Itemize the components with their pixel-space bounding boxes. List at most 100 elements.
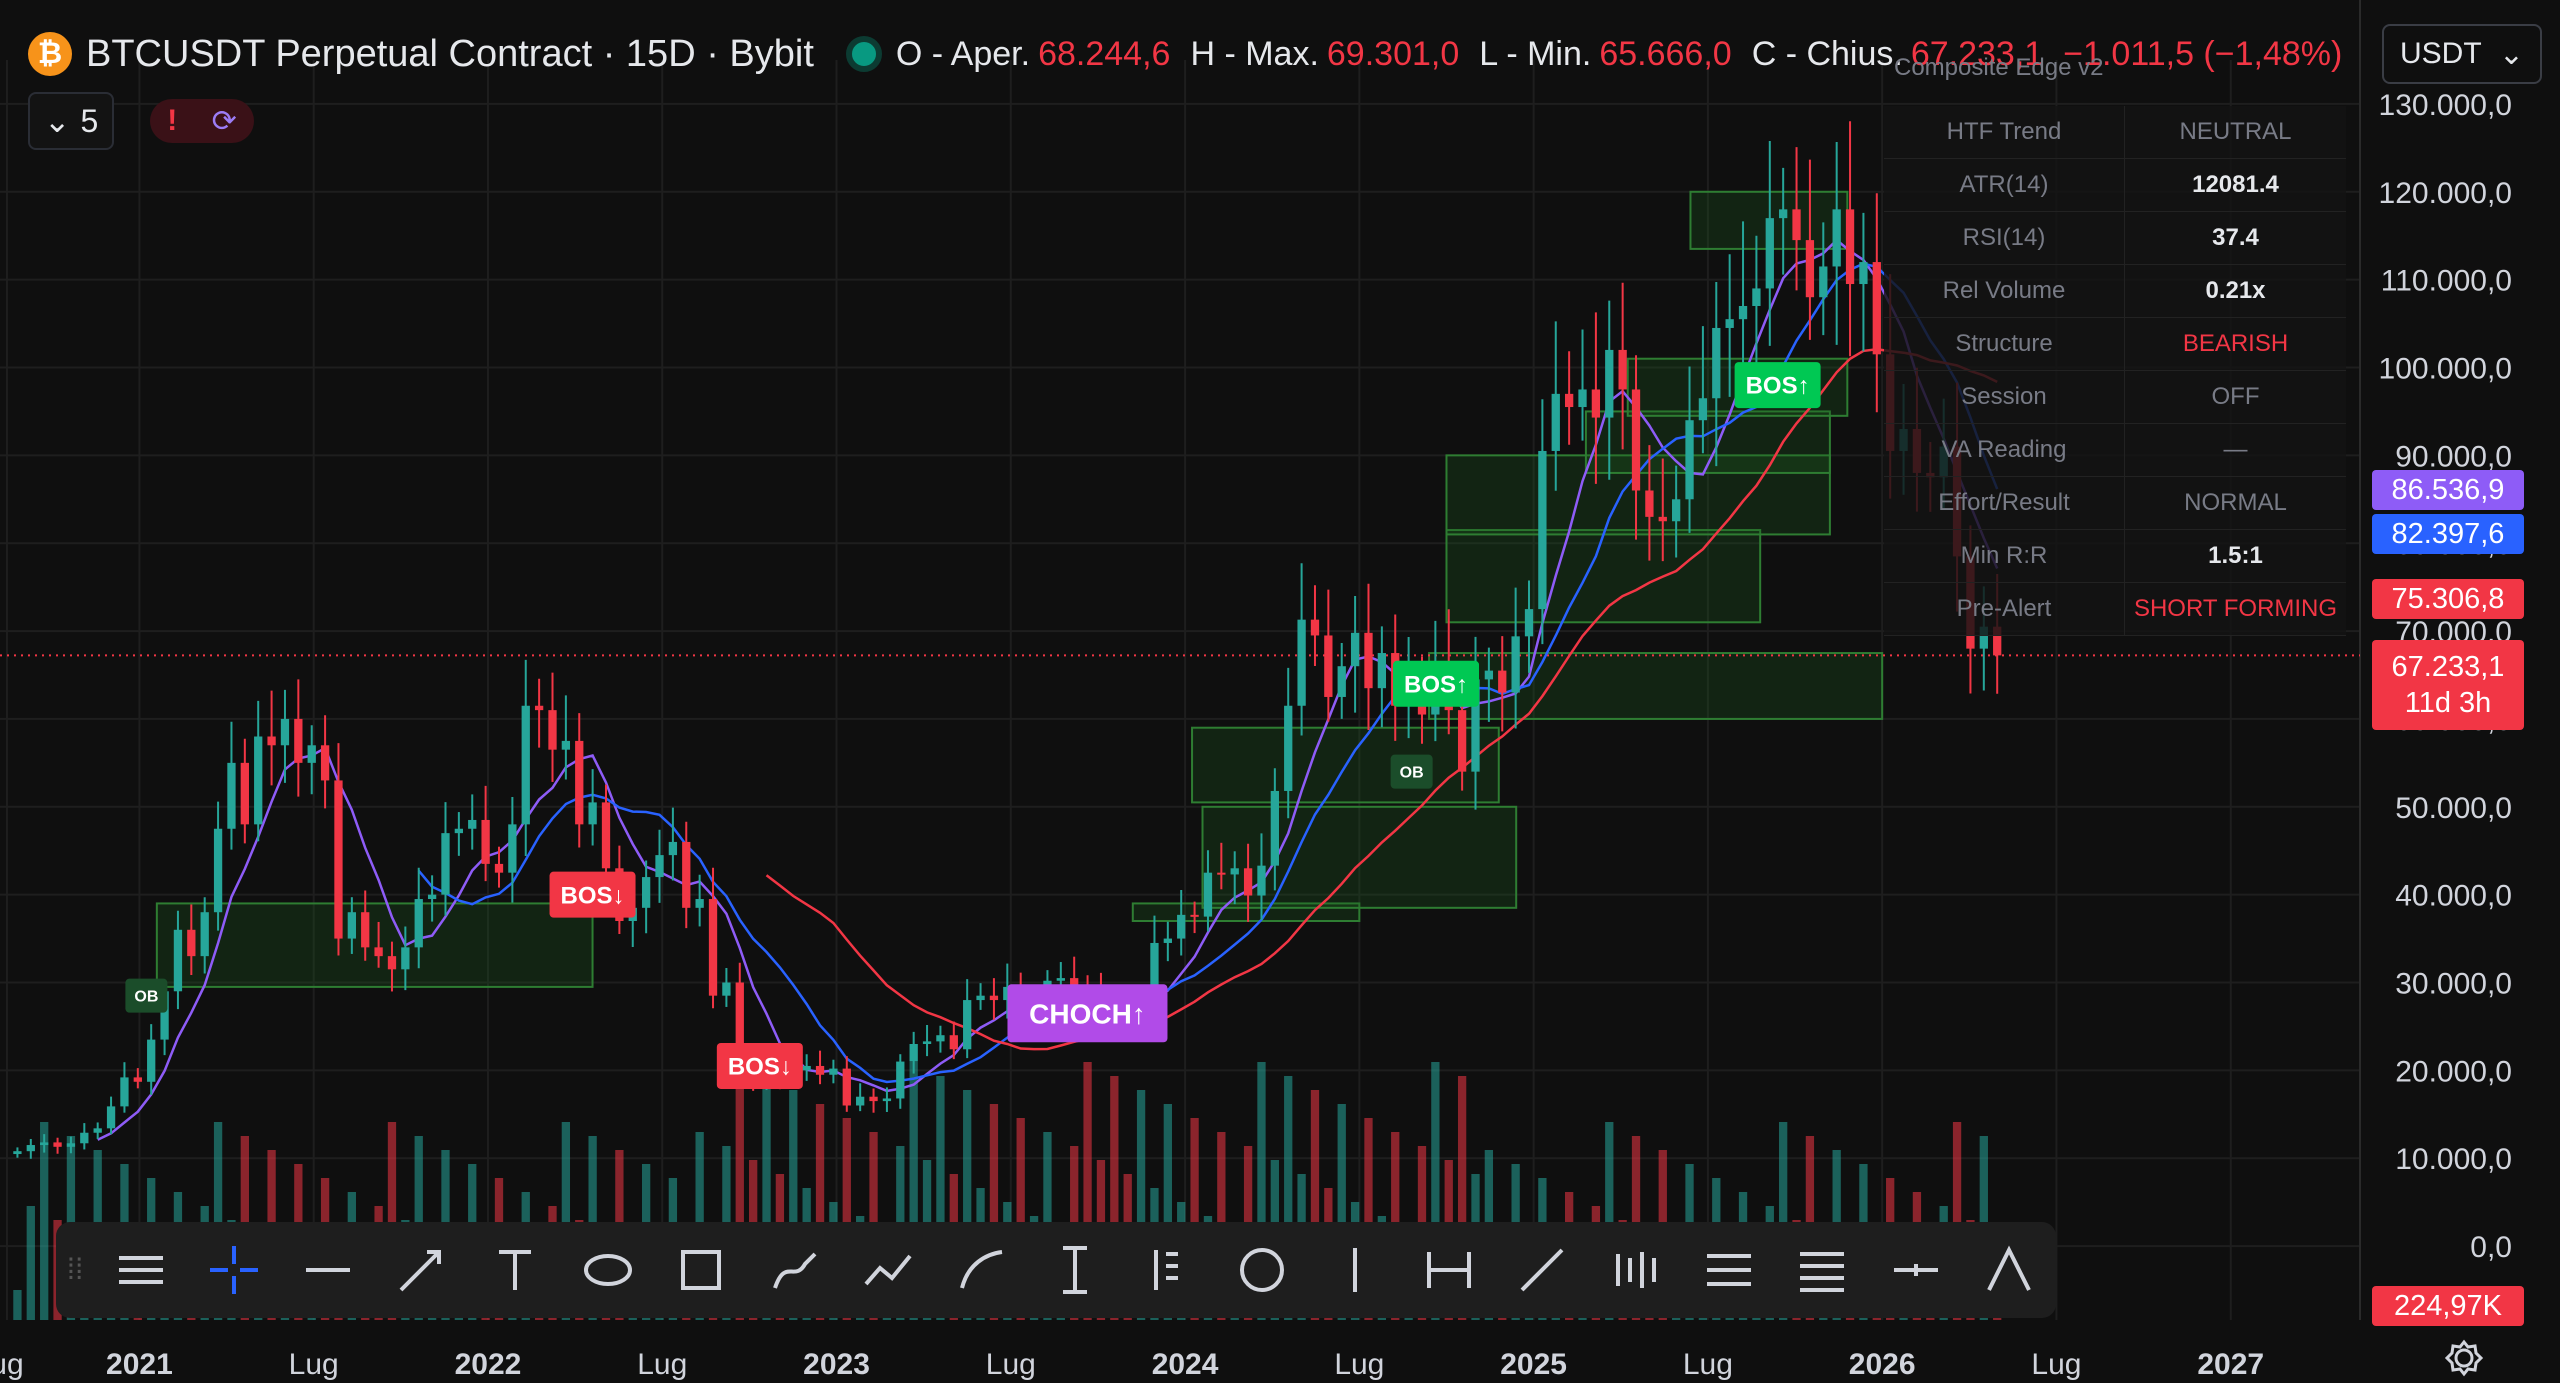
candle-body (441, 833, 450, 895)
rectangle-icon (681, 1250, 722, 1290)
candle-body (1805, 240, 1815, 298)
candle-body (401, 947, 410, 970)
indicator-row-label: RSI(14) (1884, 212, 2125, 264)
time-tick-label: 2024 (1152, 1348, 1219, 1381)
time-tick-label: Lug (986, 1348, 1036, 1381)
brush-tool-button[interactable] (748, 1222, 841, 1318)
candle-body (414, 899, 423, 948)
candle-body (26, 1145, 35, 1152)
indicator-count: 5 (80, 102, 99, 139)
candle-body (1698, 398, 1708, 421)
indicator-row-label: HTF Trend (1884, 106, 2125, 158)
date-range-icon (1426, 1252, 1471, 1288)
candle-body (534, 705, 544, 711)
candle-body (856, 1096, 865, 1106)
anchored-vwap-tool-button[interactable] (1869, 1222, 1962, 1318)
alert-icon: ! (167, 104, 178, 137)
candle-body (708, 899, 718, 996)
price-tick-label: 10.000,0 (2395, 1143, 2512, 1176)
vertical-line-tool-button[interactable] (1309, 1222, 1402, 1318)
candle-body (1685, 420, 1694, 500)
candle-body (896, 1061, 905, 1099)
candle-body (1297, 619, 1306, 706)
indicator-row-value: BEARISH (2182, 330, 2289, 357)
price-tick-label: 120.000,0 (2379, 177, 2512, 210)
lines-tool-button[interactable] (94, 1222, 187, 1318)
candle-body (1511, 636, 1520, 693)
candle-body (949, 1035, 958, 1050)
indicator-row: Structure BEARISH (1884, 318, 2346, 371)
date-range-tool-button[interactable] (1402, 1222, 1495, 1318)
path-tool-button[interactable] (842, 1222, 935, 1318)
candle-body (1350, 632, 1360, 667)
trend-line-tool-button[interactable] (1495, 1222, 1588, 1318)
candle-body (66, 1143, 76, 1147)
text-tool-button[interactable] (468, 1222, 561, 1318)
symbol-title[interactable]: BTCUSDT Perpetual Contract · 15D · Bybit (86, 33, 814, 76)
candle-body (213, 828, 223, 913)
candle-body (1498, 670, 1507, 693)
candle-body (1310, 619, 1320, 636)
candle-body (1819, 266, 1828, 298)
indicator-row-value: — (2223, 436, 2248, 463)
candle-body (494, 863, 504, 873)
candle-body (133, 1077, 142, 1082)
volume-bar (26, 1206, 35, 1320)
currency-select[interactable]: USDT ⌄ (2382, 24, 2542, 84)
candle-body (1845, 209, 1855, 285)
candle-body (722, 982, 731, 996)
curve-icon (959, 1250, 1002, 1289)
close-label: C - Chius. (1751, 34, 1903, 73)
arrow-line-tool-button[interactable] (374, 1222, 467, 1318)
annotation-label: OB (1400, 764, 1424, 781)
price-tick-label: 100.000,0 (2379, 353, 2512, 386)
fib-tool-button[interactable] (1682, 1222, 1775, 1318)
time-tick-label: Lug (2031, 1348, 2081, 1381)
candle-body (1538, 450, 1547, 610)
candle-body (227, 762, 236, 829)
bar-countdown: 11d 3h (2404, 687, 2492, 719)
pitchfork-tool-button[interactable] (1122, 1222, 1215, 1318)
candle-body (1605, 349, 1614, 418)
time-tick-label: Lug (1683, 1348, 1733, 1381)
indicator-row-label: Pre-Alert (1884, 583, 2125, 635)
ellipse-tool-button[interactable] (561, 1222, 654, 1318)
candle-body (468, 819, 477, 829)
anchored-vwap-icon (1893, 1264, 1938, 1276)
drag-handle-icon[interactable]: ⁞⁞ (56, 1253, 94, 1287)
alerts-status[interactable]: ! ⟳ (150, 99, 254, 143)
indicator-row-label: Session (1884, 371, 2125, 423)
fib-channel-tool-button[interactable] (1776, 1222, 1869, 1318)
indicator-row: ATR(14) 12081.4 (1884, 159, 2346, 212)
time-tick-label: 2026 (1849, 1348, 1916, 1381)
collapse-indicators-button[interactable]: ⌄ 5 (28, 92, 114, 150)
candle-body (963, 1000, 972, 1050)
candle-body (922, 1041, 932, 1044)
curve-tool-button[interactable] (935, 1222, 1028, 1318)
indicator-row: Min R:R 1.5:1 (1884, 530, 2346, 583)
settings-gear-icon[interactable] (2444, 1338, 2484, 1378)
annotation-label: OB (134, 988, 158, 1005)
price-range-tool-button[interactable] (1589, 1222, 1682, 1318)
bitcoin-icon: ₿ (28, 32, 72, 76)
candle-body (1217, 872, 1226, 875)
horizontal-line-tool-button[interactable] (281, 1222, 374, 1318)
circle-tool-button[interactable] (1215, 1222, 1308, 1318)
long-position-tool-button[interactable] (1028, 1222, 1121, 1318)
candle-body (1725, 319, 1734, 328)
candle-body (1524, 609, 1534, 637)
candle-body (1859, 262, 1868, 285)
price-tick-label: 0,0 (2470, 1231, 2512, 1264)
candle-body (655, 855, 664, 878)
candle-body (668, 841, 678, 856)
candle-body (909, 1044, 918, 1062)
angle-tool-button[interactable] (1963, 1222, 2056, 1318)
rectangle-tool-button[interactable] (655, 1222, 748, 1318)
candle-body (548, 710, 557, 750)
long-position-icon (1063, 1246, 1088, 1294)
change-value: −1.011,5 (−1,48%) (2063, 34, 2343, 73)
fib-channel-icon (1800, 1252, 1845, 1292)
crosshair-tool-button[interactable] (188, 1222, 281, 1318)
candle-body (976, 995, 985, 1001)
candle-body (93, 1128, 102, 1133)
